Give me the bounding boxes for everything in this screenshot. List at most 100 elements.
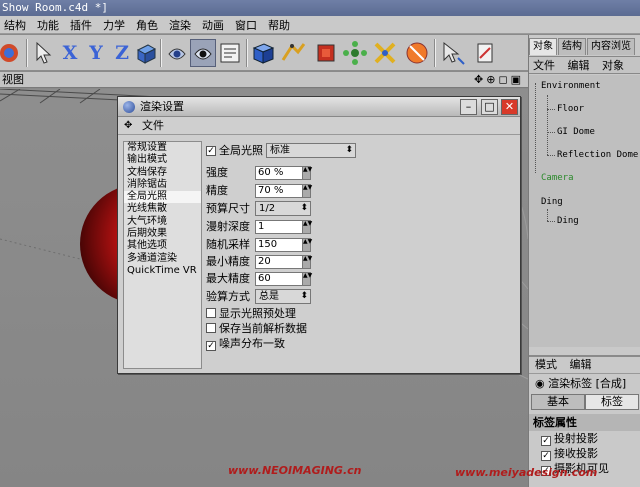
stochastic-samples-field[interactable]: 150 ▲▼ [255,238,312,252]
spinner-arrows-icon[interactable]: ▲▼ [302,221,312,233]
live-select-icon[interactable] [31,39,57,67]
menu-plugins[interactable]: 插件 [70,17,92,33]
select-arrow-icon: ⬍ [345,145,353,155]
prepass-size-select[interactable]: 1/2 ⬍ [255,201,311,216]
object-menu-file[interactable]: 文件 [533,59,555,72]
recompute-method-select[interactable]: 总是 ⬍ [255,289,311,304]
tab-objects[interactable]: 对象 [529,38,557,55]
save-solution-row[interactable]: 保存当前解析数据 [206,322,307,336]
tree-connector [547,155,555,156]
spinner-arrows-icon[interactable]: ▲▼ [302,256,312,268]
category-multi-pass[interactable]: 多通道渲染 [124,253,201,265]
cast-shadows-checkbox[interactable]: ✓ [541,436,551,446]
menu-functions[interactable]: 功能 [37,17,59,33]
show-prepass-checkbox[interactable] [206,308,216,318]
spline-pen-icon[interactable] [280,39,306,67]
menu-dynamics[interactable]: 力学 [103,17,125,33]
gi-enable-label: 全局光照 [219,144,263,157]
object-manager-menubar: 文件 编辑 对象 [529,56,640,74]
category-effects[interactable]: 后期效果 [124,228,201,240]
min-resolution-field[interactable]: 20 ▲▼ [255,255,312,269]
minimize-button[interactable]: – [460,99,477,115]
viewport-navigation-icons[interactable]: ✥⊕◻▣ [474,72,524,88]
cast-shadows-row[interactable]: ✓ 投射投影 [529,431,640,446]
category-quicktime-vr[interactable]: QuickTime VR [124,265,201,277]
diffuse-depth-field[interactable]: 1 ▲▼ [255,220,312,234]
category-antialiasing[interactable]: 消除锯齿 [124,179,201,191]
render-view-icon[interactable] [164,39,190,67]
tab-content-browser[interactable]: 内容浏览 [587,38,635,55]
cube-primitive-icon[interactable] [250,39,276,67]
menu-structure[interactable]: 结构 [4,17,26,33]
object-tree: Environment Floor GI Dome Reflection Dom… [529,75,640,347]
spinner-arrows-icon[interactable]: ▲▼ [302,239,312,251]
gi-settings-panel: ✓ 全局光照 标准 ⬍ 强度 60 % ▲▼ 精度 70 % ▲▼ 预算尺寸 1/2 ⬍… [206,141,518,369]
z-axis-lock-icon[interactable]: Z [109,39,135,67]
spinner-arrows-icon[interactable]: ▲▼ [302,167,312,179]
object-menu-object[interactable]: 对象 [602,59,624,72]
nurbs-object-icon[interactable] [313,39,339,67]
render-picture-viewer-icon[interactable] [190,39,216,67]
deformer-icon[interactable] [372,39,398,67]
x-axis-lock-icon[interactable]: X [57,39,83,67]
spinner-arrows-icon[interactable]: ▲▼ [302,273,312,285]
dialog-menu-file[interactable]: 文件 [142,119,164,132]
tree-node-camera[interactable]: Camera [541,173,574,183]
noise-distribution-row[interactable]: ✓ 噪声分布一致 [206,337,285,351]
scene-object-icon[interactable] [404,39,430,67]
category-caustics[interactable]: 光线焦散 [124,203,201,215]
tree-node-environment[interactable]: Environment [541,81,601,91]
receive-shadows-checkbox[interactable]: ✓ [541,451,551,461]
category-general[interactable]: 常规设置 [124,142,201,154]
close-button[interactable]: ✕ [501,99,518,115]
attribute-menu-mode[interactable]: 模式 [535,358,557,371]
z-axis-label: Z [115,42,129,64]
dialog-title-bar[interactable]: 渲染设置 – □ ✕ [118,97,520,117]
maximize-button[interactable]: □ [481,99,498,115]
object-menu-edit[interactable]: 编辑 [568,59,590,72]
tag-properties-header: 标签属性 [529,414,640,431]
menu-render[interactable]: 渲染 [169,17,191,33]
menu-help[interactable]: 帮助 [268,17,290,33]
category-save[interactable]: 文档保存 [124,167,201,179]
array-object-icon[interactable] [342,39,368,67]
receive-shadows-row[interactable]: ✓ 接收投影 [529,446,640,461]
tab-basic[interactable]: 基本 [531,394,585,410]
coordinate-system-icon[interactable] [133,39,159,67]
show-prepass-row[interactable]: 显示光照预处理 [206,307,296,321]
menu-character[interactable]: 角色 [136,17,158,33]
toolbar-separator [160,39,162,67]
tree-node-reflection-dome[interactable]: Reflection Dome [557,150,638,160]
menu-window[interactable]: 窗口 [235,17,257,33]
tree-connector [547,132,555,133]
category-options[interactable]: 其他选项 [124,240,201,252]
light-object-icon[interactable] [440,39,466,67]
tree-node-ding[interactable]: Ding [541,197,563,207]
category-global-illumination[interactable]: 全局光照 [124,191,201,204]
undo-icon[interactable] [0,39,22,67]
menu-animation[interactable]: 动画 [202,17,224,33]
y-axis-lock-icon[interactable]: Y [83,39,109,67]
tree-node-floor[interactable]: Floor [557,104,584,114]
tags-icon[interactable] [472,39,498,67]
tree-node-ding-child[interactable]: Ding [557,216,579,226]
attribute-menu-edit[interactable]: 编辑 [570,358,592,371]
viewport-menu-view[interactable]: 视图 [2,73,24,86]
render-settings-icon[interactable] [217,39,243,67]
pin-icon[interactable]: ✥ [124,117,132,134]
save-solution-checkbox[interactable] [206,323,216,333]
tab-structure[interactable]: 结构 [558,38,586,55]
strength-field[interactable]: 60 % ▲▼ [255,166,312,180]
accuracy-value: 70 % [258,185,284,196]
gi-mode-select[interactable]: 标准 ⬍ [266,143,356,158]
gi-enable-checkbox[interactable]: ✓ [206,146,216,156]
spinner-arrows-icon[interactable]: ▲▼ [302,185,312,197]
tab-tag[interactable]: 标签 [585,394,639,410]
tree-node-gi-dome[interactable]: GI Dome [557,127,595,137]
category-environment[interactable]: 大气环境 [124,216,201,228]
noise-distribution-checkbox[interactable]: ✓ [206,341,216,351]
accuracy-field[interactable]: 70 % ▲▼ [255,184,312,198]
max-resolution-field[interactable]: 60 ▲▼ [255,272,312,286]
render-tag-icon: ◉ [535,377,549,390]
category-output[interactable]: 输出模式 [124,154,201,166]
